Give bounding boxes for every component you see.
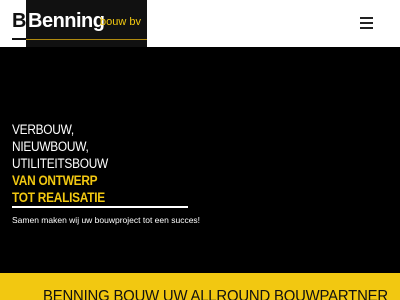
- hero-accent-van-ontwerp: VAN ONTWERP: [12, 173, 98, 188]
- hero-divider: [12, 206, 188, 208]
- logo-name: Benning: [28, 10, 105, 32]
- hero-line-utiliteitsbouw: UTILITEITSBOUW: [12, 156, 108, 171]
- partner-band-title: BENNING BOUW UW ALLROUND BOUWPARTNER: [43, 288, 388, 300]
- hero-line-nieuwbouw: NIEUWBOUW,: [12, 139, 89, 154]
- hero-accent-tot-realisatie: TOT REALISATIE: [12, 190, 105, 205]
- hamburger-menu-icon[interactable]: [359, 16, 375, 29]
- partner-band: BENNING BOUW UW ALLROUND BOUWPARTNER: [0, 273, 400, 300]
- hero-section: VERBOUW, NIEUWBOUW, UTILITEITSBOUW VAN O…: [0, 47, 400, 273]
- logo-ghost-letter: B: [12, 10, 26, 32]
- hero-tagline: Samen maken wij uw bouwproject tot een s…: [12, 215, 201, 225]
- logo-subtitle: bouw bv: [100, 16, 141, 28]
- logo-underline: [12, 38, 26, 40]
- hero-line-verbouw: VERBOUW,: [12, 122, 74, 137]
- site-header: B Benning bouw bv: [0, 0, 400, 47]
- logo-rule: [26, 39, 147, 40]
- logo[interactable]: Benning bouw bv: [26, 0, 147, 47]
